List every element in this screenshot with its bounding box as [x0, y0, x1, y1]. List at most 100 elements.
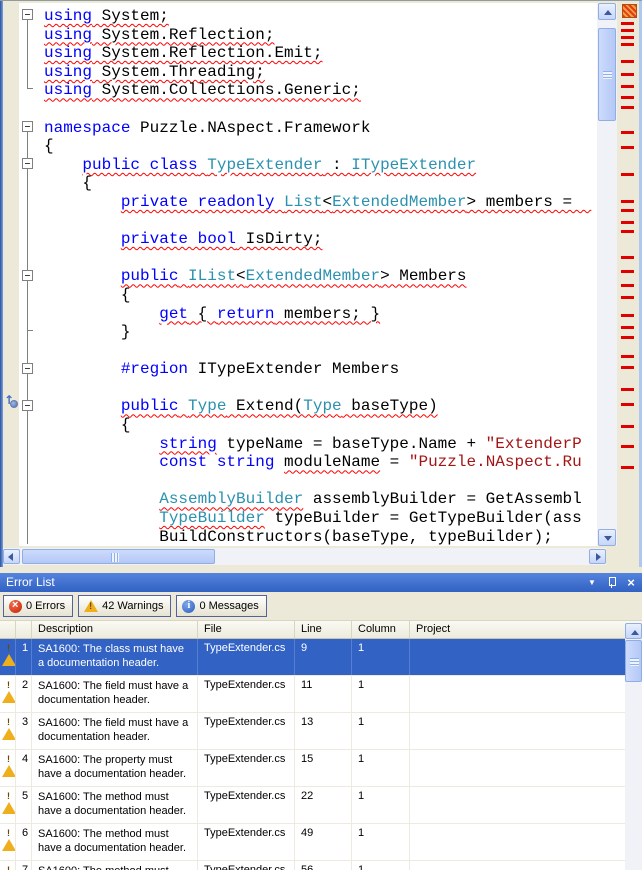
code-fold-margin[interactable]: [19, 3, 41, 546]
warning-marker[interactable]: [621, 336, 634, 339]
code-line[interactable]: using System.Reflection.Emit;: [41, 44, 597, 63]
warning-marker[interactable]: [621, 36, 634, 39]
code-line[interactable]: using System.Collections.Generic;: [41, 81, 597, 100]
warning-marker[interactable]: [621, 425, 634, 428]
marker-bar[interactable]: [619, 3, 639, 564]
code-line[interactable]: public Type Extend(Type baseType): [41, 397, 597, 416]
code-line[interactable]: public class TypeExtender : ITypeExtende…: [41, 156, 597, 175]
error-row[interactable]: 5SA1600: The method must have a document…: [0, 787, 625, 824]
fold-toggle-property[interactable]: [22, 270, 33, 281]
column-header-icon[interactable]: [0, 621, 16, 638]
scroll-up-button[interactable]: [598, 3, 616, 20]
error-row[interactable]: 7SA1600: The method must have a document…: [0, 861, 625, 870]
warning-marker[interactable]: [621, 445, 634, 448]
code-line[interactable]: [41, 379, 597, 398]
code-line[interactable]: [41, 212, 597, 231]
code-line[interactable]: }: [41, 323, 597, 342]
column-header-project[interactable]: Project: [410, 621, 642, 638]
fold-toggle-usings[interactable]: [22, 9, 33, 20]
window-menu-icon[interactable]: ▼: [585, 573, 599, 592]
error-list-scrollbar[interactable]: [625, 623, 642, 870]
error-row[interactable]: 3SA1600: The field must have a documenta…: [0, 713, 625, 750]
code-line[interactable]: {: [41, 286, 597, 305]
warning-marker[interactable]: [621, 403, 634, 406]
code-line[interactable]: using System;: [41, 7, 597, 26]
error-row[interactable]: 4SA1600: The property must have a docume…: [0, 750, 625, 787]
warning-marker[interactable]: [621, 230, 634, 233]
code-line[interactable]: [41, 249, 597, 268]
code-line[interactable]: private readonly List<ExtendedMember> me…: [41, 193, 597, 212]
scroll-right-button[interactable]: [589, 549, 606, 564]
warning-marker[interactable]: [621, 466, 634, 469]
code-line[interactable]: AssemblyBuilder assemblyBuilder = GetAss…: [41, 490, 597, 509]
code-line[interactable]: {: [41, 174, 597, 193]
code-line[interactable]: using System.Reflection;: [41, 26, 597, 45]
fold-toggle-class[interactable]: [22, 158, 33, 169]
warnings-filter-button[interactable]: 42 Warnings: [78, 595, 171, 617]
pin-icon[interactable]: [607, 576, 616, 589]
column-header-description[interactable]: Description: [32, 621, 198, 638]
warning-marker[interactable]: [621, 29, 634, 32]
warning-marker[interactable]: [621, 296, 634, 299]
warning-marker[interactable]: [621, 284, 634, 287]
warning-marker[interactable]: [621, 43, 634, 46]
warning-marker[interactable]: [621, 173, 634, 176]
margin-bookmark-icon[interactable]: ↑: [4, 396, 18, 410]
scroll-up-button[interactable]: [625, 623, 642, 639]
warning-marker[interactable]: [621, 355, 634, 358]
warning-marker[interactable]: [621, 200, 634, 203]
column-header-file[interactable]: File: [198, 621, 295, 638]
horizontal-scroll-thumb[interactable]: [22, 549, 215, 564]
errors-filter-button[interactable]: 0 Errors: [3, 595, 73, 617]
warning-marker[interactable]: [621, 221, 634, 224]
scroll-left-button[interactable]: [3, 549, 20, 564]
warning-marker[interactable]: [621, 366, 634, 369]
messages-filter-button[interactable]: 0 Messages: [176, 595, 266, 617]
warning-marker[interactable]: [621, 131, 634, 134]
code-line[interactable]: BuildConstructors(baseType, typeBuilder)…: [41, 528, 597, 546]
analysis-status-icon[interactable]: [622, 4, 637, 18]
error-row[interactable]: 2SA1600: The field must have a documenta…: [0, 676, 625, 713]
error-row[interactable]: 6SA1600: The method must have a document…: [0, 824, 625, 861]
code-line[interactable]: TypeBuilder typeBuilder = GetTypeBuilder…: [41, 509, 597, 528]
close-icon[interactable]: ×: [624, 575, 638, 590]
warning-marker[interactable]: [621, 326, 634, 329]
warning-marker[interactable]: [621, 270, 634, 273]
code-line[interactable]: {: [41, 416, 597, 435]
warning-marker[interactable]: [621, 85, 634, 88]
scroll-down-button[interactable]: [598, 529, 616, 546]
editor-horizontal-scrollbar[interactable]: [3, 548, 606, 565]
column-header-line[interactable]: Line: [295, 621, 352, 638]
fold-toggle-region[interactable]: [22, 363, 33, 374]
warning-marker[interactable]: [621, 388, 634, 391]
code-line[interactable]: string typeName = baseType.Name + "Exten…: [41, 435, 597, 454]
vertical-scroll-thumb[interactable]: [598, 28, 616, 121]
code-line[interactable]: #region ITypeExtender Members: [41, 360, 597, 379]
code-line[interactable]: get { return members; }: [41, 305, 597, 324]
warning-marker[interactable]: [621, 73, 634, 76]
code-line[interactable]: [41, 100, 597, 119]
column-header-column[interactable]: Column: [352, 621, 410, 638]
fold-toggle-namespace[interactable]: [22, 121, 33, 132]
column-header-number[interactable]: [16, 621, 32, 638]
warning-marker[interactable]: [621, 209, 634, 212]
warning-marker[interactable]: [621, 106, 634, 109]
code-line[interactable]: const string moduleName = "Puzzle.NAspec…: [41, 453, 597, 472]
code-lines[interactable]: using System;using System.Reflection;usi…: [41, 3, 597, 546]
code-line[interactable]: [41, 342, 597, 361]
code-line[interactable]: {: [41, 137, 597, 156]
code-line[interactable]: private bool IsDirty;: [41, 230, 597, 249]
code-line[interactable]: public IList<ExtendedMember> Members: [41, 267, 597, 286]
code-line[interactable]: [41, 472, 597, 491]
error-row[interactable]: 1SA1600: The class must have a documenta…: [0, 639, 625, 676]
warning-marker[interactable]: [621, 96, 634, 99]
warning-marker[interactable]: [621, 22, 634, 25]
warning-marker[interactable]: [621, 314, 634, 317]
editor-vertical-scrollbar[interactable]: [597, 3, 617, 546]
warning-marker[interactable]: [621, 256, 634, 259]
warning-marker[interactable]: [621, 60, 634, 63]
code-line[interactable]: namespace Puzzle.NAspect.Framework: [41, 119, 597, 138]
code-line[interactable]: using System.Threading;: [41, 63, 597, 82]
indicator-margin[interactable]: ↑: [3, 3, 19, 546]
vertical-scroll-thumb[interactable]: [625, 640, 642, 682]
